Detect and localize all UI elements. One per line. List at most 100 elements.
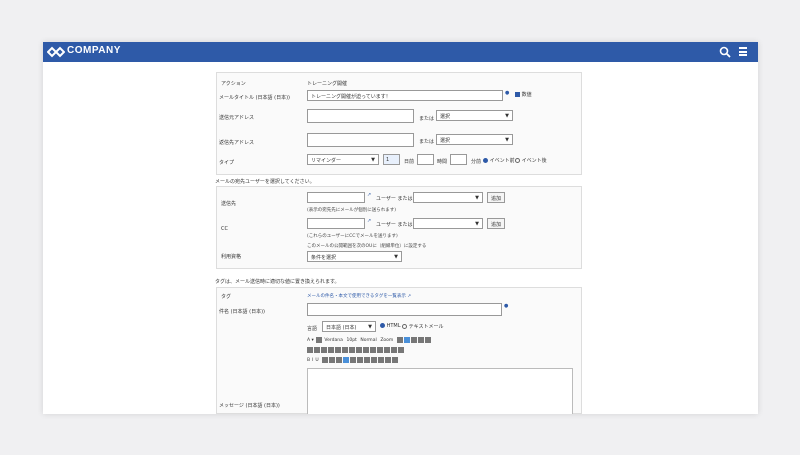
superscript-icon[interactable]: [350, 357, 357, 363]
undo-icon[interactable]: [307, 347, 313, 353]
tag-section-title: タグは、メール送信時に適切な値に置き換えられます。: [215, 279, 340, 285]
hour-input[interactable]: [417, 154, 434, 165]
font-color-icon[interactable]: [315, 337, 322, 343]
special-char-icon[interactable]: [391, 347, 397, 353]
list-ol-icon[interactable]: [371, 357, 378, 363]
to-user-select[interactable]: [413, 192, 483, 203]
cc-external-link-icon[interactable]: ↗: [367, 218, 371, 224]
align-right-icon[interactable]: [336, 357, 343, 363]
action-label: アクション: [221, 81, 246, 87]
offset-number-input[interactable]: 1: [383, 154, 400, 165]
hour-unit: 時間: [437, 159, 448, 165]
minute-input[interactable]: [450, 154, 467, 165]
subject-input[interactable]: [307, 303, 502, 316]
scope-note: このメールの公開範囲を次のOUに（組織単位）に設定する: [307, 244, 427, 249]
hr-icon[interactable]: [384, 347, 390, 353]
subscript-icon[interactable]: [357, 357, 364, 363]
type-select[interactable]: リマインダー: [307, 154, 379, 165]
search-icon[interactable]: [719, 46, 731, 58]
align-center-icon[interactable]: [329, 357, 336, 363]
image-icon[interactable]: [370, 347, 376, 353]
to-input[interactable]: [307, 192, 365, 203]
mail-title-input[interactable]: トレーニング開催が迫っています！: [307, 90, 503, 101]
subject-globe-icon[interactable]: ●: [504, 303, 508, 309]
language-select[interactable]: 日本語 (日本): [322, 321, 376, 332]
brand-name: COMPANY: [67, 45, 121, 56]
cc-user-or-text: ユーザー または: [376, 222, 413, 228]
from-address-label: 送信元アドレス: [219, 115, 255, 121]
list-ul-icon[interactable]: [364, 357, 371, 363]
cc-input[interactable]: [307, 218, 365, 229]
type-label: タイプ: [219, 160, 235, 166]
html-radio[interactable]: HTML: [380, 323, 401, 329]
event-after-radio[interactable]: イベント後: [515, 157, 547, 164]
reply-or-text: または: [419, 139, 435, 145]
event-before-radio[interactable]: イベント前: [483, 157, 515, 164]
top-bar: COMPANY: [43, 42, 758, 62]
source-icon[interactable]: [403, 337, 410, 343]
recipient-title: メールの宛先ユーザーを選択してください。: [215, 179, 315, 185]
action-value: トレーニング開催: [307, 81, 348, 87]
table-icon[interactable]: [377, 347, 383, 353]
underline-icon[interactable]: U: [315, 358, 318, 363]
italic-icon[interactable]: I: [312, 358, 313, 363]
align-left-icon[interactable]: [322, 357, 329, 363]
external-link-icon[interactable]: ↗: [367, 192, 371, 198]
reply-address-input[interactable]: [307, 133, 414, 147]
message-label: メッセージ (日本語 (日本)): [219, 403, 280, 409]
justify-icon[interactable]: [343, 357, 350, 363]
cc-add-button[interactable]: 追加: [487, 218, 506, 229]
redo-icon[interactable]: [314, 347, 320, 353]
from-address-input[interactable]: [307, 109, 414, 123]
preview-icon[interactable]: [410, 337, 417, 343]
indent-icon[interactable]: [378, 357, 385, 363]
editor-toolbar-row-2: [307, 347, 573, 357]
copy-icon[interactable]: [342, 347, 348, 353]
hamburger-menu-icon[interactable]: [738, 47, 748, 57]
to-user-or-text: ユーザー または: [376, 196, 413, 202]
find-icon[interactable]: [328, 347, 334, 353]
minute-unit: 分前: [471, 159, 482, 165]
scope-select[interactable]: 条件を選択: [307, 251, 402, 262]
from-address-select[interactable]: 選択: [436, 110, 513, 121]
language-label: 言語: [307, 326, 318, 332]
bold-icon[interactable]: B: [307, 358, 310, 363]
draft-checkbox[interactable]: 数値: [515, 91, 532, 98]
editor-toolbar-row-3: BIU: [307, 357, 573, 367]
select-all-icon[interactable]: [321, 347, 327, 353]
app-window: COMPANY アクション トレーニング開催 メールタイトル (日本語 (日本)…: [43, 42, 758, 414]
format-select[interactable]: Normal: [360, 338, 376, 343]
outdent-icon[interactable]: [385, 357, 392, 363]
mail-title-label: メールタイトル (日本語 (日本)): [219, 95, 290, 101]
tag-list-link[interactable]: メールの件名・本文で使用できるタグを一覧表示 ↗: [307, 293, 411, 299]
to-note: (表示の宛先先にメールが個別に送られます): [307, 208, 397, 213]
link-icon[interactable]: [356, 347, 362, 353]
reply-address-label: 返信先アドレス: [219, 140, 255, 146]
to-add-button[interactable]: 追加: [487, 192, 506, 203]
day-unit: 日前: [404, 159, 415, 165]
editor-toolbar-row-1: A ▾ Verdana 10pt Normal Zoom: [307, 337, 573, 347]
comment-icon[interactable]: [417, 337, 424, 343]
paste-icon[interactable]: [349, 347, 355, 353]
font-family-select[interactable]: Verdana: [324, 338, 343, 343]
help-icon[interactable]: [424, 337, 431, 343]
message-editor[interactable]: [307, 368, 573, 414]
globe-icon[interactable]: ●: [505, 90, 509, 96]
cc-label: CC: [221, 226, 228, 232]
text-mail-radio[interactable]: テキストメール: [402, 323, 443, 330]
subject-label: 件名 (日本語 (日本)): [219, 309, 265, 315]
print-icon[interactable]: [396, 337, 403, 343]
cut-icon[interactable]: [335, 347, 341, 353]
reply-address-select[interactable]: 選択: [436, 134, 513, 145]
cc-user-select[interactable]: [413, 218, 483, 229]
zoom-select[interactable]: Zoom: [380, 338, 393, 343]
bg-color-icon[interactable]: [392, 357, 399, 363]
from-or-text: または: [419, 116, 435, 122]
scope-label: 利用資格: [221, 254, 242, 260]
cc-note: (これらのユーザーにCCでメールを送ります): [307, 234, 398, 239]
font-size-select[interactable]: 10pt: [346, 338, 356, 343]
company-logo-icon: [47, 46, 65, 58]
to-label: 送信先: [221, 201, 237, 207]
emoji-icon[interactable]: [398, 347, 404, 353]
unlink-icon[interactable]: [363, 347, 369, 353]
